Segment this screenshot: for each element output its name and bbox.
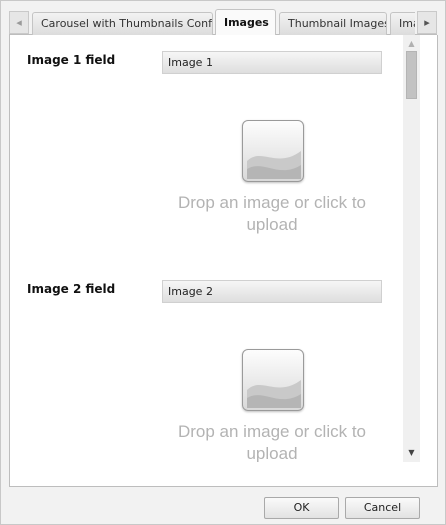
- image-1-title-field[interactable]: Image 1: [162, 51, 382, 74]
- tab-images[interactable]: Images: [215, 9, 276, 35]
- panel-content: Image 1 field Image 1 Drop an image or c…: [10, 35, 414, 462]
- image-2-drop-zone[interactable]: Drop an image or click to upload: [162, 349, 382, 462]
- dialog-window: ◂ Carousel with Thumbnails Config Images…: [0, 0, 446, 525]
- cancel-button[interactable]: Cancel: [345, 497, 420, 519]
- image-2-field-label: Image 2 field: [27, 282, 116, 296]
- scroll-up-icon[interactable]: ▲: [403, 37, 420, 51]
- image-2-title-field[interactable]: Image 2: [162, 280, 382, 303]
- arrow-right-icon: ▸: [424, 16, 430, 29]
- ok-button[interactable]: OK: [264, 497, 339, 519]
- image-placeholder-icon: [242, 349, 304, 411]
- images-panel: Image 1 field Image 1 Drop an image or c…: [9, 35, 438, 487]
- image-1-field-label: Image 1 field: [27, 53, 116, 67]
- vertical-scrollbar[interactable]: ▲ ▼: [403, 35, 420, 462]
- tab-bar: ◂ Carousel with Thumbnails Config Images…: [9, 9, 437, 35]
- scroll-down-icon[interactable]: ▼: [403, 446, 420, 460]
- arrow-left-icon: ◂: [16, 16, 22, 29]
- image-placeholder-icon: [242, 120, 304, 182]
- tab-scroll-left-button[interactable]: ◂: [9, 11, 29, 34]
- tabs-strip: Carousel with Thumbnails Config Images T…: [32, 9, 415, 35]
- tab-thumbnail-images[interactable]: Thumbnail Images: [279, 12, 387, 35]
- tab-images-overflow[interactable]: Ima: [390, 12, 415, 35]
- image-1-drop-zone[interactable]: Drop an image or click to upload: [162, 120, 382, 250]
- scrollbar-thumb[interactable]: [406, 51, 417, 99]
- image-2-drop-text: Drop an image or click to upload: [177, 422, 367, 462]
- tab-scroll-right-button[interactable]: ▸: [417, 11, 437, 34]
- tab-carousel-config[interactable]: Carousel with Thumbnails Config: [32, 12, 213, 35]
- image-1-drop-text: Drop an image or click to upload: [177, 193, 367, 234]
